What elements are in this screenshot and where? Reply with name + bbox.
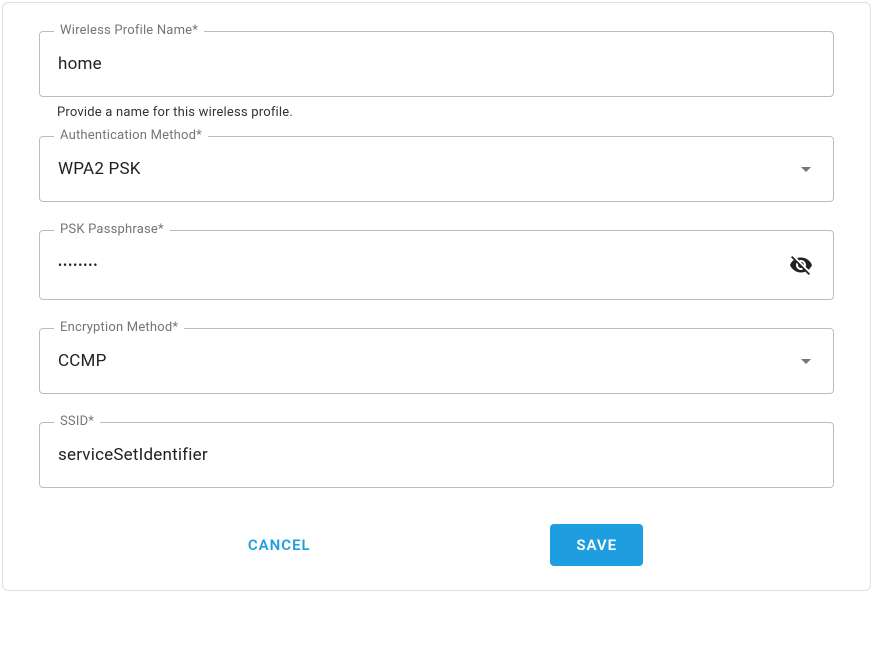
wireless-profile-form: Wireless Profile Name* Provide a name fo… (2, 2, 871, 591)
auth-method-value: WPA2 PSK (58, 159, 801, 179)
encryption-section: Encryption Method* CCMP (39, 328, 834, 394)
psk-label: PSK Passphrase* (54, 222, 170, 237)
auth-method-label: Authentication Method* (54, 128, 208, 143)
psk-masked-value[interactable]: •••••••• (58, 258, 789, 272)
cancel-button[interactable]: CANCEL (230, 526, 329, 564)
form-actions: CANCEL SAVE (39, 524, 834, 566)
encryption-select[interactable]: Encryption Method* CCMP (39, 328, 834, 394)
ssid-label: SSID* (54, 414, 100, 429)
chevron-down-icon (801, 167, 811, 172)
ssid-input-wrapper[interactable]: SSID* (39, 422, 834, 488)
profile-name-section: Wireless Profile Name* Provide a name fo… (39, 31, 834, 120)
profile-name-field-group: Wireless Profile Name* (39, 31, 834, 97)
chevron-down-icon (801, 359, 811, 364)
ssid-field-group: SSID* (39, 422, 834, 488)
psk-section: PSK Passphrase* •••••••• (39, 230, 834, 300)
auth-method-field-group: Authentication Method* WPA2 PSK (39, 136, 834, 202)
ssid-section: SSID* (39, 422, 834, 488)
profile-name-label: Wireless Profile Name* (54, 23, 204, 38)
encryption-field-group: Encryption Method* CCMP (39, 328, 834, 394)
psk-field-group: PSK Passphrase* •••••••• (39, 230, 834, 300)
encryption-value: CCMP (58, 351, 801, 371)
psk-input-wrapper[interactable]: PSK Passphrase* •••••••• (39, 230, 834, 300)
ssid-input[interactable] (58, 445, 815, 465)
save-button[interactable]: SAVE (550, 524, 643, 566)
auth-method-section: Authentication Method* WPA2 PSK (39, 136, 834, 202)
encryption-label: Encryption Method* (54, 320, 184, 335)
profile-name-input-wrapper[interactable]: Wireless Profile Name* (39, 31, 834, 97)
auth-method-select[interactable]: Authentication Method* WPA2 PSK (39, 136, 834, 202)
profile-name-helper: Provide a name for this wireless profile… (57, 105, 834, 120)
visibility-off-icon[interactable] (789, 253, 813, 277)
profile-name-input[interactable] (58, 54, 815, 74)
